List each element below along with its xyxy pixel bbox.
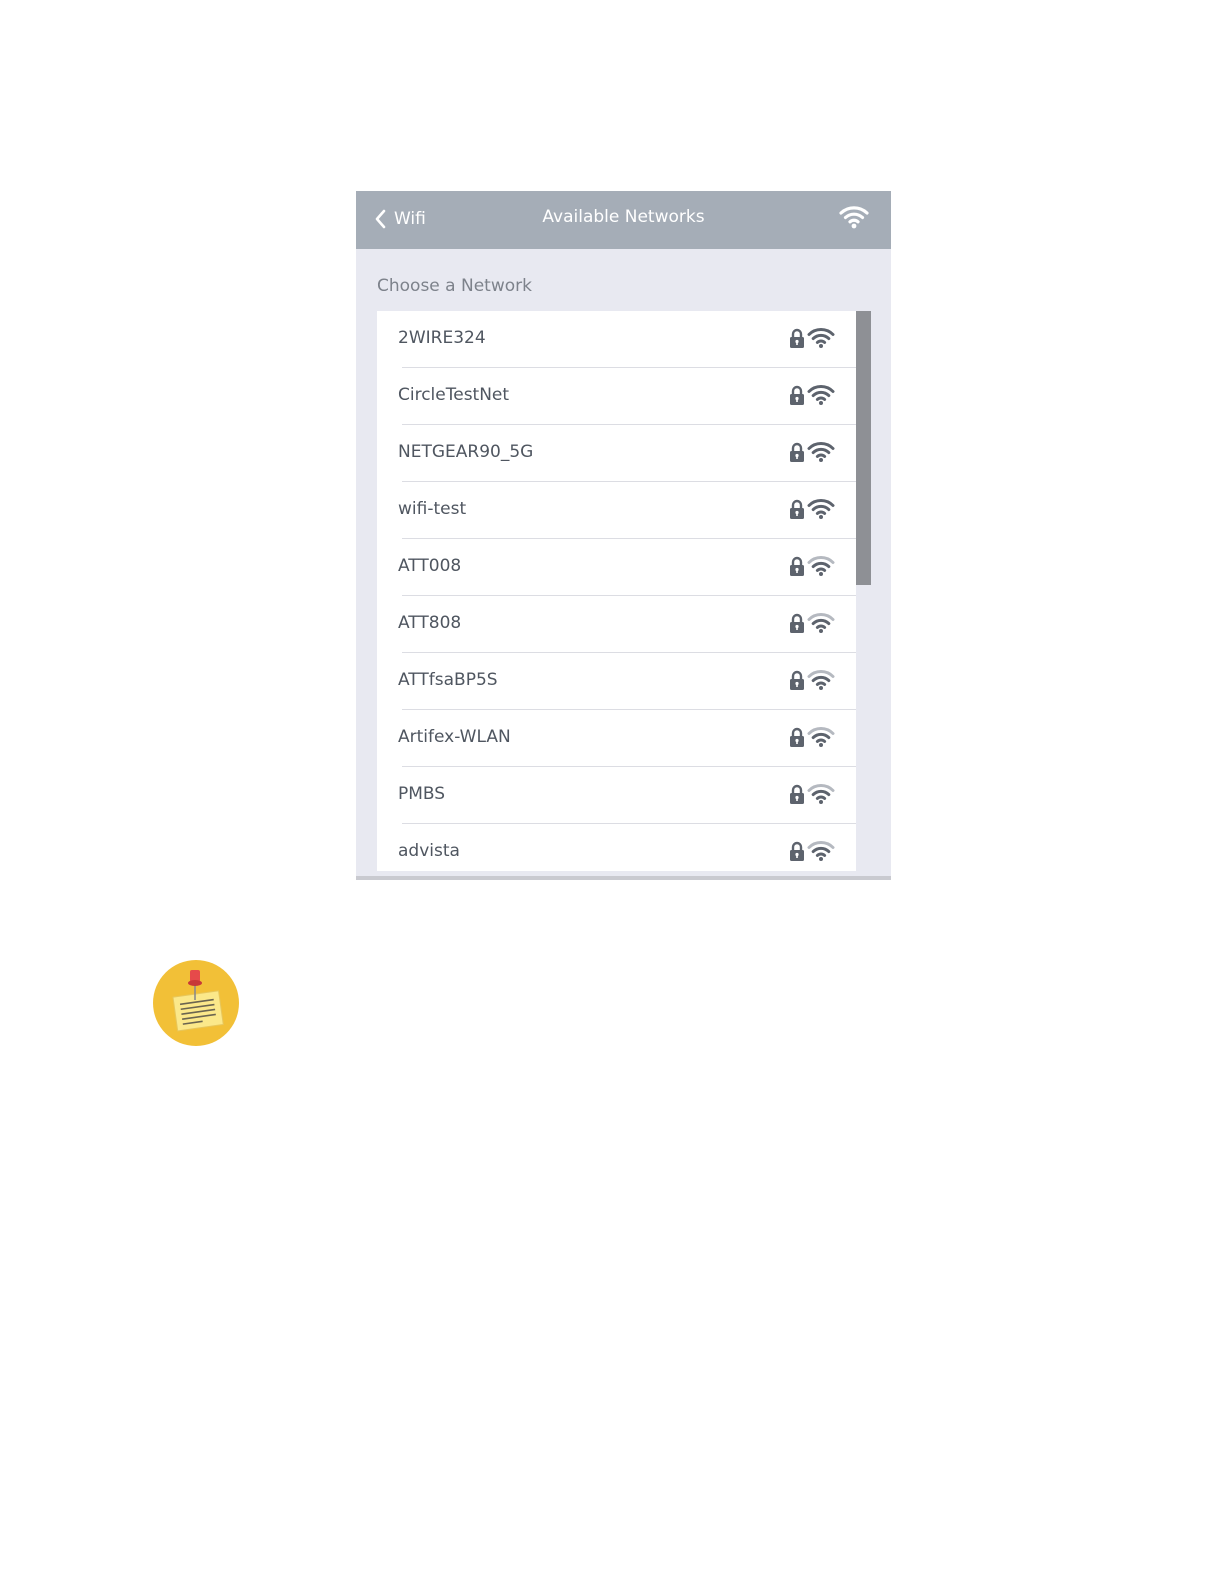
network-status-icons <box>789 442 835 462</box>
wifi-signal-icon <box>807 727 835 747</box>
network-name: ATTfsaBP5S <box>398 670 498 690</box>
wifi-signal-icon <box>807 328 835 348</box>
wifi-signal-icon <box>807 556 835 576</box>
wifi-signal-icon <box>807 784 835 804</box>
network-status-icons <box>789 556 835 576</box>
network-row[interactable]: wifi-test <box>377 482 856 539</box>
network-row[interactable]: ATTfsaBP5S <box>377 653 856 710</box>
wifi-signal-icon <box>807 385 835 405</box>
network-status-icons <box>789 613 835 633</box>
wifi-signal-icon <box>807 613 835 633</box>
wifi-signal-icon <box>807 499 835 519</box>
wifi-signal-icon <box>807 841 835 861</box>
network-name: ATT808 <box>398 613 462 633</box>
network-list: 2WIRE324 CircleTestNet NETGEAR90_5G wifi-te… <box>377 311 856 871</box>
lock-icon <box>790 499 804 519</box>
network-row[interactable]: ATT008 <box>377 539 856 596</box>
lock-icon <box>790 784 804 804</box>
lock-icon <box>790 556 804 576</box>
network-status-icons <box>789 841 835 861</box>
network-status-icons <box>789 727 835 747</box>
network-row[interactable]: ATT808 <box>377 596 856 653</box>
network-name: Artifex-WLAN <box>398 727 511 747</box>
sticky-note-icon <box>153 960 239 1046</box>
network-status-icons <box>789 328 835 348</box>
network-name: ATT008 <box>398 556 462 576</box>
section-label: Choose a Network <box>377 276 532 296</box>
wifi-signal-icon <box>807 670 835 690</box>
network-name: wifi-test <box>398 499 467 519</box>
lock-icon <box>790 442 804 462</box>
wifi-settings-panel: Wifi Available Networks Choose a Network… <box>356 191 891 880</box>
wifi-status-icon <box>839 205 869 233</box>
lock-icon <box>790 328 804 348</box>
page-title: Available Networks <box>542 207 705 227</box>
network-status-icons <box>789 784 835 804</box>
network-row[interactable]: PMBS <box>377 767 856 824</box>
network-row[interactable]: advista <box>377 824 856 871</box>
network-status-icons <box>789 670 835 690</box>
network-status-icons <box>789 499 835 519</box>
network-name: 2WIRE324 <box>398 328 486 348</box>
lock-icon <box>790 727 804 747</box>
network-name: NETGEAR90_5G <box>398 442 534 462</box>
scrollbar[interactable] <box>856 311 871 585</box>
network-row[interactable]: 2WIRE324 <box>377 311 856 368</box>
network-name: advista <box>398 841 460 861</box>
lock-icon <box>790 670 804 690</box>
lock-icon <box>790 613 804 633</box>
header-bar: Wifi Available Networks <box>356 191 891 249</box>
network-row[interactable]: Artifex-WLAN <box>377 710 856 767</box>
network-name: CircleTestNet <box>398 385 510 405</box>
lock-icon <box>790 385 804 405</box>
network-row[interactable]: NETGEAR90_5G <box>377 425 856 482</box>
network-row[interactable]: CircleTestNet <box>377 368 856 425</box>
lock-icon <box>790 841 804 861</box>
wifi-signal-icon <box>807 442 835 462</box>
network-name: PMBS <box>398 784 446 804</box>
network-status-icons <box>789 385 835 405</box>
